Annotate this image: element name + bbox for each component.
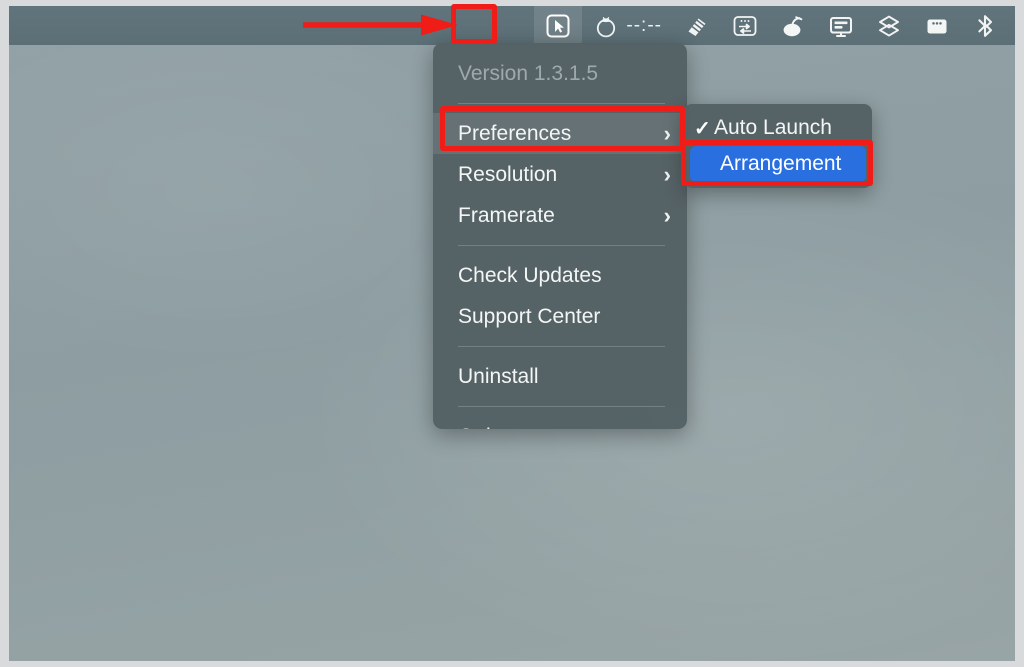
menu-separator-2 xyxy=(458,245,665,246)
monitor-icon xyxy=(828,13,854,39)
menu-item-support-center[interactable]: Support Center xyxy=(433,296,687,337)
preferences-submenu: ✓ Auto Launch Arrangement xyxy=(684,104,872,188)
menu-item-label: Resolution xyxy=(458,162,558,186)
checkmark-icon: ✓ xyxy=(694,117,711,140)
menu-item-resolution[interactable]: Resolution › xyxy=(433,154,687,195)
submenu-item-label: Auto Launch xyxy=(714,116,832,139)
menu-item-framerate[interactable]: Framerate › xyxy=(433,195,687,236)
menubar-item-onion-tool[interactable] xyxy=(769,6,817,45)
cursor-arrow-icon xyxy=(545,13,571,39)
menu-item-label: Preferences xyxy=(458,121,572,145)
menu-item-label: Framerate xyxy=(458,203,555,227)
menubar-item-display-tool[interactable] xyxy=(817,6,865,45)
transfer-arrows-icon xyxy=(732,13,758,39)
chevron-right-icon: › xyxy=(663,120,671,146)
menu-item-label: Check Updates xyxy=(458,263,602,287)
menu-item-check-updates[interactable]: Check Updates xyxy=(433,255,687,296)
menu-separator-1 xyxy=(458,103,665,104)
app-dropdown-menu: Version 1.3.1.5 Preferences › Resolution… xyxy=(433,43,687,429)
menu-item-preferences[interactable]: Preferences › xyxy=(433,113,687,154)
bluetooth-icon xyxy=(972,13,998,39)
flag-icon xyxy=(684,13,710,39)
menubar-item-screen-flag[interactable] xyxy=(673,6,721,45)
menu-item-label: Support Center xyxy=(458,304,601,328)
menu-separator-3 xyxy=(458,346,665,347)
submenu-item-auto-launch[interactable]: ✓ Auto Launch xyxy=(684,110,872,146)
menu-item-label: Uninstall xyxy=(458,364,539,388)
macos-menu-bar: --:-- xyxy=(9,6,1015,45)
onion-icon xyxy=(780,13,806,39)
version-label: Version 1.3.1.5 xyxy=(458,61,599,85)
menu-item-quit[interactable]: Quit xyxy=(433,416,687,430)
layers-icon xyxy=(876,13,902,39)
menubar-item-cursor-tool[interactable] xyxy=(534,6,583,45)
menu-item-version: Version 1.3.1.5 xyxy=(433,53,687,94)
menubar-item-transfer-tool[interactable] xyxy=(721,6,769,45)
pomodoro-time-label: --:-- xyxy=(626,14,662,36)
menubar-item-layers-tool[interactable] xyxy=(865,6,913,45)
submenu-item-arrangement[interactable]: Arrangement xyxy=(690,146,866,182)
menubar-item-bluetooth[interactable] xyxy=(961,6,1009,45)
submenu-item-label: Arrangement xyxy=(720,152,842,175)
menubar-item-pomodoro-timer[interactable]: --:-- xyxy=(582,6,673,45)
window-dots-icon xyxy=(924,13,950,39)
menu-separator-4 xyxy=(458,406,665,407)
menu-item-uninstall[interactable]: Uninstall xyxy=(433,356,687,397)
menu-item-label: Quit xyxy=(458,425,497,430)
menubar-item-window-tool[interactable] xyxy=(913,6,961,45)
tomato-icon xyxy=(593,13,619,39)
chevron-right-icon: › xyxy=(663,161,671,187)
chevron-right-icon: › xyxy=(663,202,671,228)
screenshot-root: --:-- Version 1.3.1.5 Preferences › Reso… xyxy=(0,0,1024,667)
